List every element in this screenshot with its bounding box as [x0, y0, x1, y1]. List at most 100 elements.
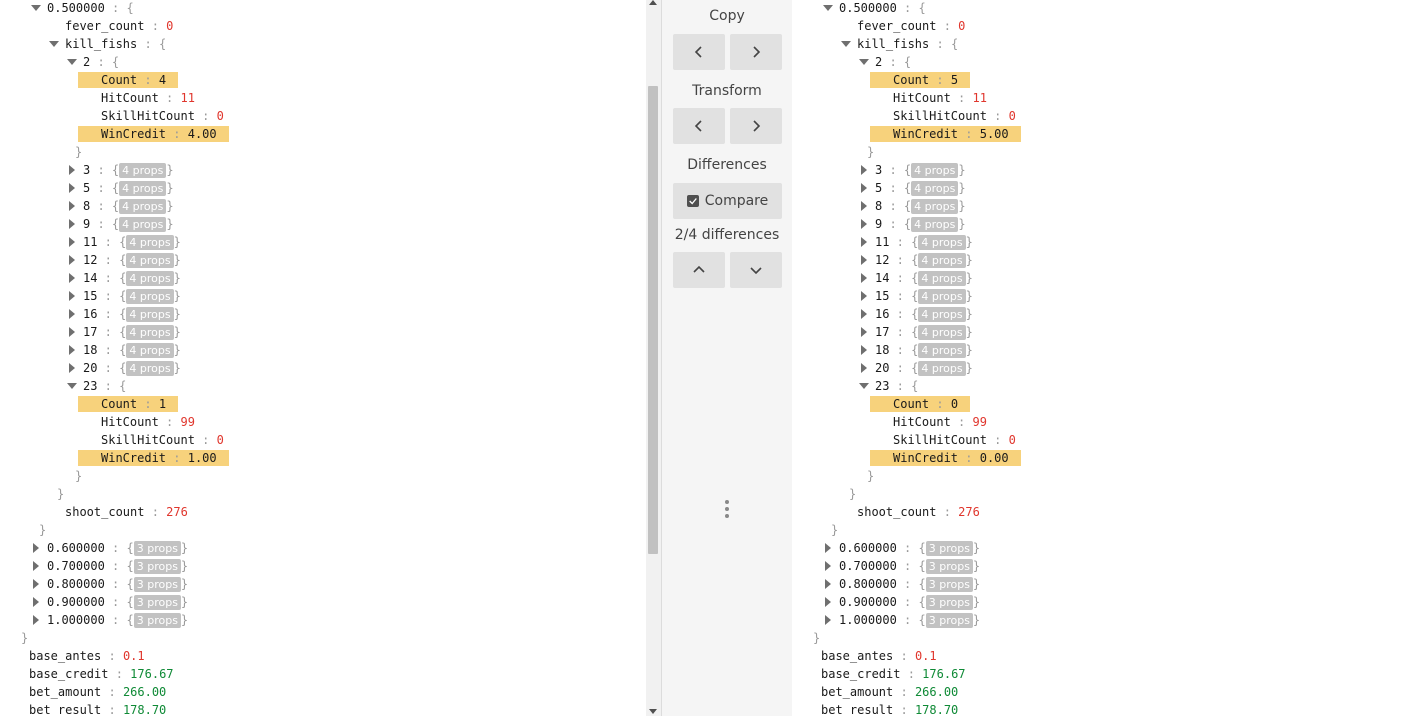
drag-handle-icon[interactable] [725, 500, 729, 521]
collapse-caret-icon[interactable] [858, 251, 870, 269]
json-colon: : [889, 163, 904, 177]
collapse-caret-icon[interactable] [858, 215, 870, 233]
json-brace: { [119, 343, 127, 357]
checkbox-checked-icon[interactable] [686, 195, 699, 207]
json-colon: : [896, 541, 919, 555]
collapse-caret-icon[interactable] [66, 233, 78, 251]
json-brace: { [918, 559, 926, 573]
collapse-caret-icon[interactable] [66, 251, 78, 269]
expand-caret-icon[interactable] [822, 0, 834, 17]
json-colon: : [166, 451, 188, 465]
collapse-caret-icon[interactable] [858, 305, 870, 323]
json-colon: : [104, 577, 127, 591]
collapse-caret-icon[interactable] [858, 287, 870, 305]
collapse-caret-icon[interactable] [30, 557, 42, 575]
json-key: 11 [83, 235, 98, 249]
json-field: 8 : {4 props} [875, 198, 966, 214]
copy-right-button[interactable] [730, 34, 782, 70]
collapse-caret-icon[interactable] [858, 341, 870, 359]
collapse-caret-icon[interactable] [30, 611, 42, 629]
json-field: 20 : {4 props} [83, 360, 181, 376]
json-field: 9 : {4 props} [875, 216, 966, 232]
json-brace: } [180, 613, 189, 627]
diff-highlight: WinCredit : 4.00 [78, 126, 229, 142]
expand-caret-icon[interactable] [858, 53, 870, 71]
collapse-caret-icon[interactable] [822, 557, 834, 575]
json-row-content: 1.000000 : {3 props} [839, 611, 980, 629]
compare-toggle-button[interactable]: Compare [673, 183, 782, 219]
collapse-caret-icon[interactable] [822, 539, 834, 557]
props-badge: 3 props [925, 613, 973, 628]
collapse-caret-icon[interactable] [858, 179, 870, 197]
expand-caret-icon[interactable] [48, 35, 60, 53]
collapse-caret-icon[interactable] [66, 179, 78, 197]
json-colon: : [958, 127, 980, 141]
collapse-caret-icon[interactable] [66, 359, 78, 377]
collapse-caret-icon[interactable] [66, 161, 78, 179]
expand-caret-icon[interactable] [66, 53, 78, 71]
collapse-caret-icon[interactable] [66, 323, 78, 341]
collapse-caret-icon[interactable] [858, 269, 870, 287]
collapse-caret-icon[interactable] [858, 359, 870, 377]
json-value: 1 [158, 397, 167, 411]
json-row-content: HitCount : 99 [893, 413, 987, 431]
json-field: 23 : { [875, 378, 918, 394]
json-field: 0.900000 : {3 props} [839, 594, 980, 610]
json-key: 2 [875, 55, 890, 69]
json-colon: : [889, 361, 912, 375]
json-colon: : [97, 163, 112, 177]
collapse-caret-icon[interactable] [822, 593, 834, 611]
collapse-caret-icon[interactable] [66, 305, 78, 323]
collapse-caret-icon[interactable] [858, 233, 870, 251]
json-colon: : [97, 343, 120, 357]
json-key: 3 [83, 163, 98, 177]
collapse-caret-icon[interactable] [66, 197, 78, 215]
collapse-caret-icon[interactable] [822, 575, 834, 593]
json-value: 178.70 [914, 703, 959, 716]
next-difference-button[interactable] [730, 252, 782, 288]
expand-caret-icon[interactable] [30, 0, 42, 17]
props-badge: 4 props [911, 217, 959, 232]
scroll-down-arrow[interactable] [649, 709, 657, 714]
json-row-content: } [75, 143, 82, 161]
collapse-caret-icon[interactable] [30, 593, 42, 611]
json-row-content: SkillHitCount : 0 [101, 431, 224, 449]
scroll-up-arrow[interactable] [649, 0, 657, 5]
json-colon: : [97, 361, 120, 375]
collapse-caret-icon[interactable] [822, 611, 834, 629]
collapse-caret-icon[interactable] [30, 539, 42, 557]
json-colon: : [101, 703, 123, 716]
right-json-pane[interactable]: 0.500000 : {fever_count : 0 kill_fishs : … [792, 0, 1417, 716]
json-colon: : [97, 379, 120, 393]
left-pane-scrollbar[interactable] [646, 0, 661, 716]
json-row-content: 23 : { [875, 377, 918, 395]
json-key: SkillHitCount [101, 433, 195, 447]
collapse-caret-icon[interactable] [66, 287, 78, 305]
json-closing-brace: } [849, 487, 857, 501]
collapse-caret-icon[interactable] [66, 269, 78, 287]
expand-caret-icon[interactable] [858, 377, 870, 395]
transform-right-button[interactable] [730, 108, 782, 144]
collapse-caret-icon[interactable] [66, 341, 78, 359]
scrollbar-thumb[interactable] [648, 86, 658, 554]
previous-difference-button[interactable] [673, 252, 725, 288]
expand-caret-icon[interactable] [840, 35, 852, 53]
copy-left-button[interactable] [673, 34, 725, 70]
json-colon: : [889, 199, 904, 213]
left-json-pane[interactable]: 0.500000 : {fever_count : 0 kill_fishs : … [0, 0, 646, 716]
props-badge: 4 props [918, 307, 966, 322]
expand-caret-icon[interactable] [66, 377, 78, 395]
json-key: 5 [83, 181, 98, 195]
transform-left-button[interactable] [673, 108, 725, 144]
json-field: 20 : {4 props} [875, 360, 973, 376]
json-row-content: bet_result : 178.70 [821, 701, 958, 716]
json-key: 14 [83, 271, 98, 285]
json-key: HitCount [893, 415, 951, 429]
collapse-caret-icon[interactable] [858, 161, 870, 179]
collapse-caret-icon[interactable] [858, 323, 870, 341]
json-key: 11 [875, 235, 890, 249]
collapse-caret-icon[interactable] [66, 215, 78, 233]
json-colon: : [194, 433, 217, 447]
collapse-caret-icon[interactable] [858, 197, 870, 215]
collapse-caret-icon[interactable] [30, 575, 42, 593]
